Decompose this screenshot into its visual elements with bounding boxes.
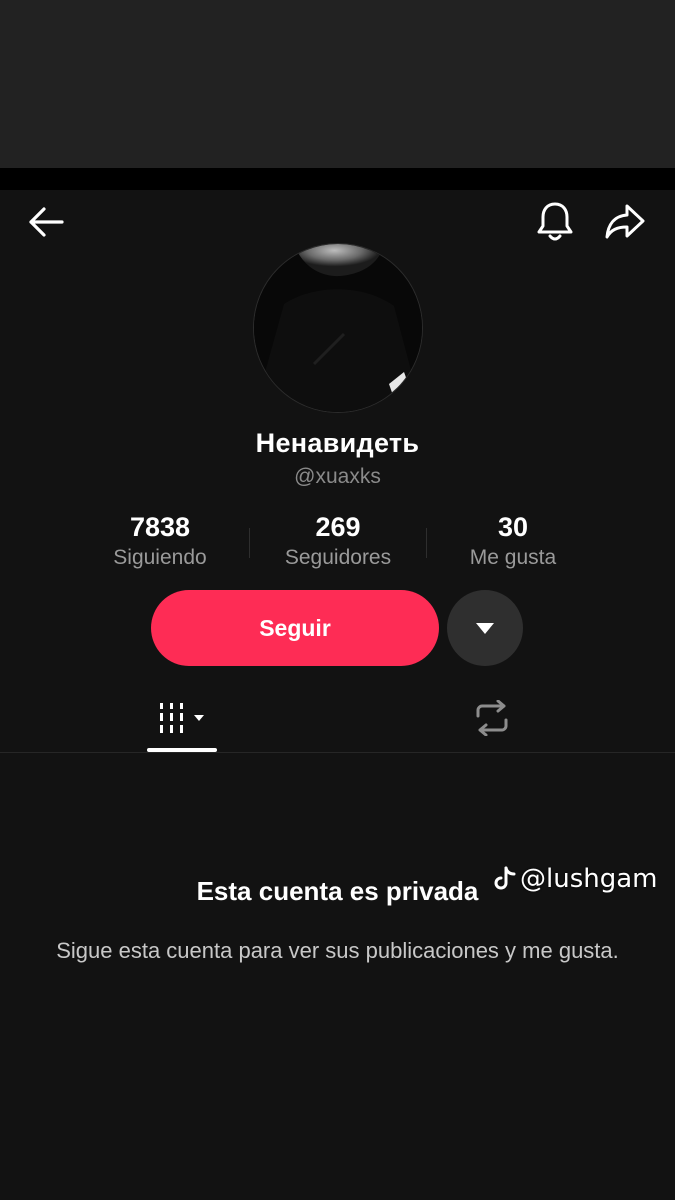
- top-empty-area: [0, 0, 675, 168]
- tabs-divider: [0, 752, 675, 753]
- followers-stat[interactable]: 269 Seguidores: [248, 510, 428, 572]
- following-label: Siguiendo: [113, 546, 207, 569]
- avatar[interactable]: [253, 243, 423, 413]
- bell-icon: [537, 202, 573, 241]
- share-icon: [605, 204, 645, 239]
- tab-videos[interactable]: [137, 690, 227, 746]
- arrow-left-icon: [29, 207, 64, 237]
- following-count: 7838: [129, 512, 191, 542]
- likes-label: Me gusta: [469, 546, 557, 569]
- private-account-description: Sigue esta cuenta para ver sus publicaci…: [56, 938, 619, 963]
- display-name: Ненавидеть: [255, 428, 420, 458]
- watermark-text: @lushgam: [520, 864, 658, 894]
- back-button[interactable]: [20, 198, 72, 246]
- username: @xuaxks: [294, 465, 381, 488]
- tab-reposts[interactable]: [450, 690, 534, 746]
- caret-down-icon: [476, 623, 494, 634]
- followers-label: Seguidores: [284, 546, 392, 569]
- repost-icon: [476, 700, 508, 736]
- following-stat[interactable]: 7838 Siguiendo: [70, 510, 250, 572]
- share-button[interactable]: [598, 196, 652, 248]
- suggested-accounts-button[interactable]: [447, 590, 523, 666]
- tiktok-logo-icon: [494, 866, 516, 890]
- top-black-band: [0, 168, 675, 190]
- followers-count: 269: [315, 512, 361, 542]
- follow-button[interactable]: Seguir: [151, 590, 439, 666]
- likes-stat[interactable]: 30 Me gusta: [423, 510, 603, 572]
- likes-count: 30: [497, 512, 529, 542]
- profile-photo: [254, 244, 422, 412]
- notifications-button[interactable]: [528, 196, 582, 248]
- grid-icon: [160, 703, 204, 733]
- watermark: @lushgam: [494, 864, 658, 894]
